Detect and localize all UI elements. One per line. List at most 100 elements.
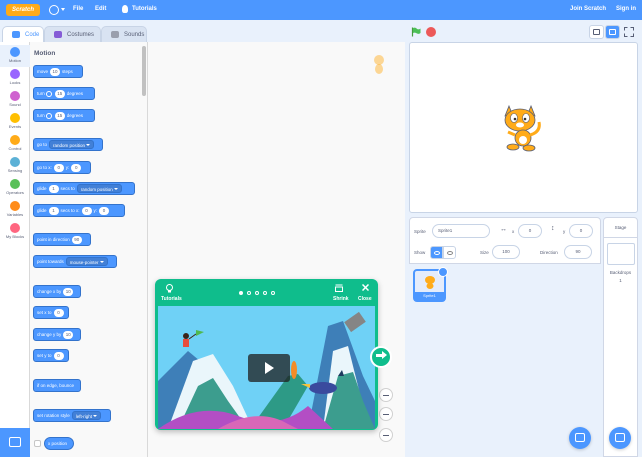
zoom-reset-button[interactable]: [379, 428, 393, 442]
block-bounce[interactable]: if on edge, bounce: [33, 379, 81, 392]
block-input[interactable]: 1: [48, 184, 59, 193]
small-stage-button[interactable]: [589, 25, 604, 39]
category-operators[interactable]: Operators: [0, 177, 30, 199]
tutorial-page-dot[interactable]: [247, 291, 251, 295]
tutorial-page-dot[interactable]: [255, 291, 259, 295]
block-x-position[interactable]: x position: [44, 437, 74, 450]
block-point-direction[interactable]: point in direction 90: [33, 233, 91, 246]
block-set-x[interactable]: set x to 0: [33, 306, 69, 319]
tutorial-page-dot[interactable]: [271, 291, 275, 295]
green-flag-icon[interactable]: [411, 27, 421, 37]
x-position-checkbox[interactable]: [34, 440, 41, 447]
add-backdrop-button[interactable]: [609, 427, 631, 449]
show-hidden-button[interactable]: [443, 246, 456, 259]
tutorial-page-dot[interactable]: [263, 291, 267, 295]
tab-sounds[interactable]: Sounds: [101, 26, 147, 42]
stop-button[interactable]: [426, 27, 436, 37]
lightbulb-icon[interactable]: [166, 284, 173, 293]
stage-header: Stage: [604, 218, 637, 238]
block-go-to[interactable]: go to random position: [33, 138, 103, 151]
show-visible-button[interactable]: [430, 246, 443, 259]
block-turn-left[interactable]: turn 15 degrees: [33, 109, 95, 122]
sign-in-link[interactable]: Sign in: [616, 6, 636, 12]
block-dropdown[interactable]: random position: [76, 184, 122, 194]
globe-icon[interactable]: [49, 5, 59, 15]
add-sprite-button[interactable]: [569, 427, 591, 449]
add-extension-button[interactable]: [0, 428, 30, 457]
category-motion[interactable]: Motion: [0, 45, 30, 67]
zoom-in-button[interactable]: [379, 388, 393, 402]
menu-edit[interactable]: Edit: [95, 6, 106, 12]
category-events[interactable]: Events: [0, 111, 30, 133]
play-button[interactable]: [248, 354, 290, 382]
block-input[interactable]: 0: [99, 206, 110, 215]
sprite-name-field[interactable]: Sprite1: [432, 224, 490, 238]
block-input[interactable]: 0: [81, 206, 92, 215]
join-scratch-link[interactable]: Join Scratch: [570, 6, 606, 12]
block-dropdown[interactable]: mouse-pointer: [65, 257, 108, 267]
block-input[interactable]: 1: [48, 206, 59, 215]
stage-target-pane[interactable]: Stage Backdrops 1: [603, 217, 638, 457]
block-input[interactable]: 0: [53, 308, 64, 317]
block-rotation-style[interactable]: set rotation style left-right: [33, 409, 111, 422]
tutorial-next-button[interactable]: [370, 346, 392, 368]
lightbulb-icon[interactable]: [122, 5, 128, 13]
stage-thumbnail[interactable]: [607, 243, 635, 265]
delete-sprite-button[interactable]: [438, 267, 448, 277]
block-turn-right[interactable]: turn 15 degrees: [33, 87, 95, 100]
close-button[interactable]: Close: [358, 296, 372, 302]
x-arrows-icon: ↔: [500, 226, 507, 233]
block-input[interactable]: 0: [53, 351, 64, 360]
block-text: change y by: [37, 332, 62, 337]
fullscreen-icon[interactable]: [624, 27, 634, 37]
category-control[interactable]: Control: [0, 133, 30, 155]
tab-costumes[interactable]: Costumes: [44, 26, 101, 42]
scratch-cat-sprite[interactable]: [499, 102, 545, 152]
shrink-button[interactable]: Shrink: [333, 296, 349, 302]
block-point-towards[interactable]: point towards mouse-pointer: [33, 255, 117, 268]
block-glide-to[interactable]: glide 1 secs to random position: [33, 182, 135, 195]
tutorial-video[interactable]: [158, 306, 375, 429]
y-field[interactable]: 0: [569, 224, 593, 238]
category-sound[interactable]: Sound: [0, 89, 30, 111]
menu-bar: Scratch File Edit Tutorials Join Scratch…: [0, 0, 642, 20]
block-dropdown[interactable]: left-right: [71, 411, 102, 421]
block-input[interactable]: 10: [50, 67, 61, 76]
block-input[interactable]: 15: [54, 89, 65, 98]
block-input[interactable]: 0: [71, 163, 82, 172]
block-dropdown[interactable]: random position: [49, 140, 95, 150]
size-field[interactable]: 100: [492, 245, 520, 259]
block-change-x[interactable]: change x by 10: [33, 285, 81, 298]
tab-code[interactable]: Code: [2, 26, 44, 43]
zoom-out-button[interactable]: [379, 407, 393, 421]
block-move-steps[interactable]: move 10 steps: [33, 65, 83, 78]
category-my-blocks[interactable]: My Blocks: [0, 221, 30, 243]
block-input[interactable]: 10: [63, 330, 74, 339]
block-input[interactable]: 10: [63, 287, 74, 296]
sprite-tile[interactable]: Sprite1: [413, 267, 448, 302]
scratch-logo[interactable]: Scratch: [6, 4, 40, 16]
category-sensing[interactable]: Sensing: [0, 155, 30, 177]
block-input[interactable]: 0: [53, 163, 64, 172]
block-input[interactable]: 90: [71, 235, 82, 244]
chevron-down-icon[interactable]: [61, 8, 65, 11]
x-field[interactable]: 0: [518, 224, 542, 238]
category-label: Sound: [9, 102, 21, 107]
shrink-icon[interactable]: [335, 284, 343, 292]
block-change-y[interactable]: change y by 10: [33, 328, 81, 341]
normal-stage-button[interactable]: [605, 25, 620, 39]
arrow-head-icon: [382, 351, 387, 359]
category-looks[interactable]: Looks: [0, 67, 30, 89]
category-variables[interactable]: Variables: [0, 199, 30, 221]
menu-tutorials[interactable]: Tutorials: [132, 6, 157, 12]
direction-field[interactable]: 90: [564, 245, 592, 259]
tutorial-page-dot[interactable]: [239, 291, 243, 295]
block-glide-xy[interactable]: glide 1 secs to x: 0 y: 0: [33, 204, 125, 217]
block-go-to-xy[interactable]: go to x: 0 y: 0: [33, 161, 91, 174]
block-set-y[interactable]: set y to 0: [33, 349, 69, 362]
close-icon[interactable]: [362, 284, 369, 291]
palette-scrollbar[interactable]: [142, 46, 146, 96]
menu-file[interactable]: File: [73, 6, 83, 12]
block-input[interactable]: 15: [54, 111, 65, 120]
tutorials-label[interactable]: Tutorials: [161, 296, 182, 302]
